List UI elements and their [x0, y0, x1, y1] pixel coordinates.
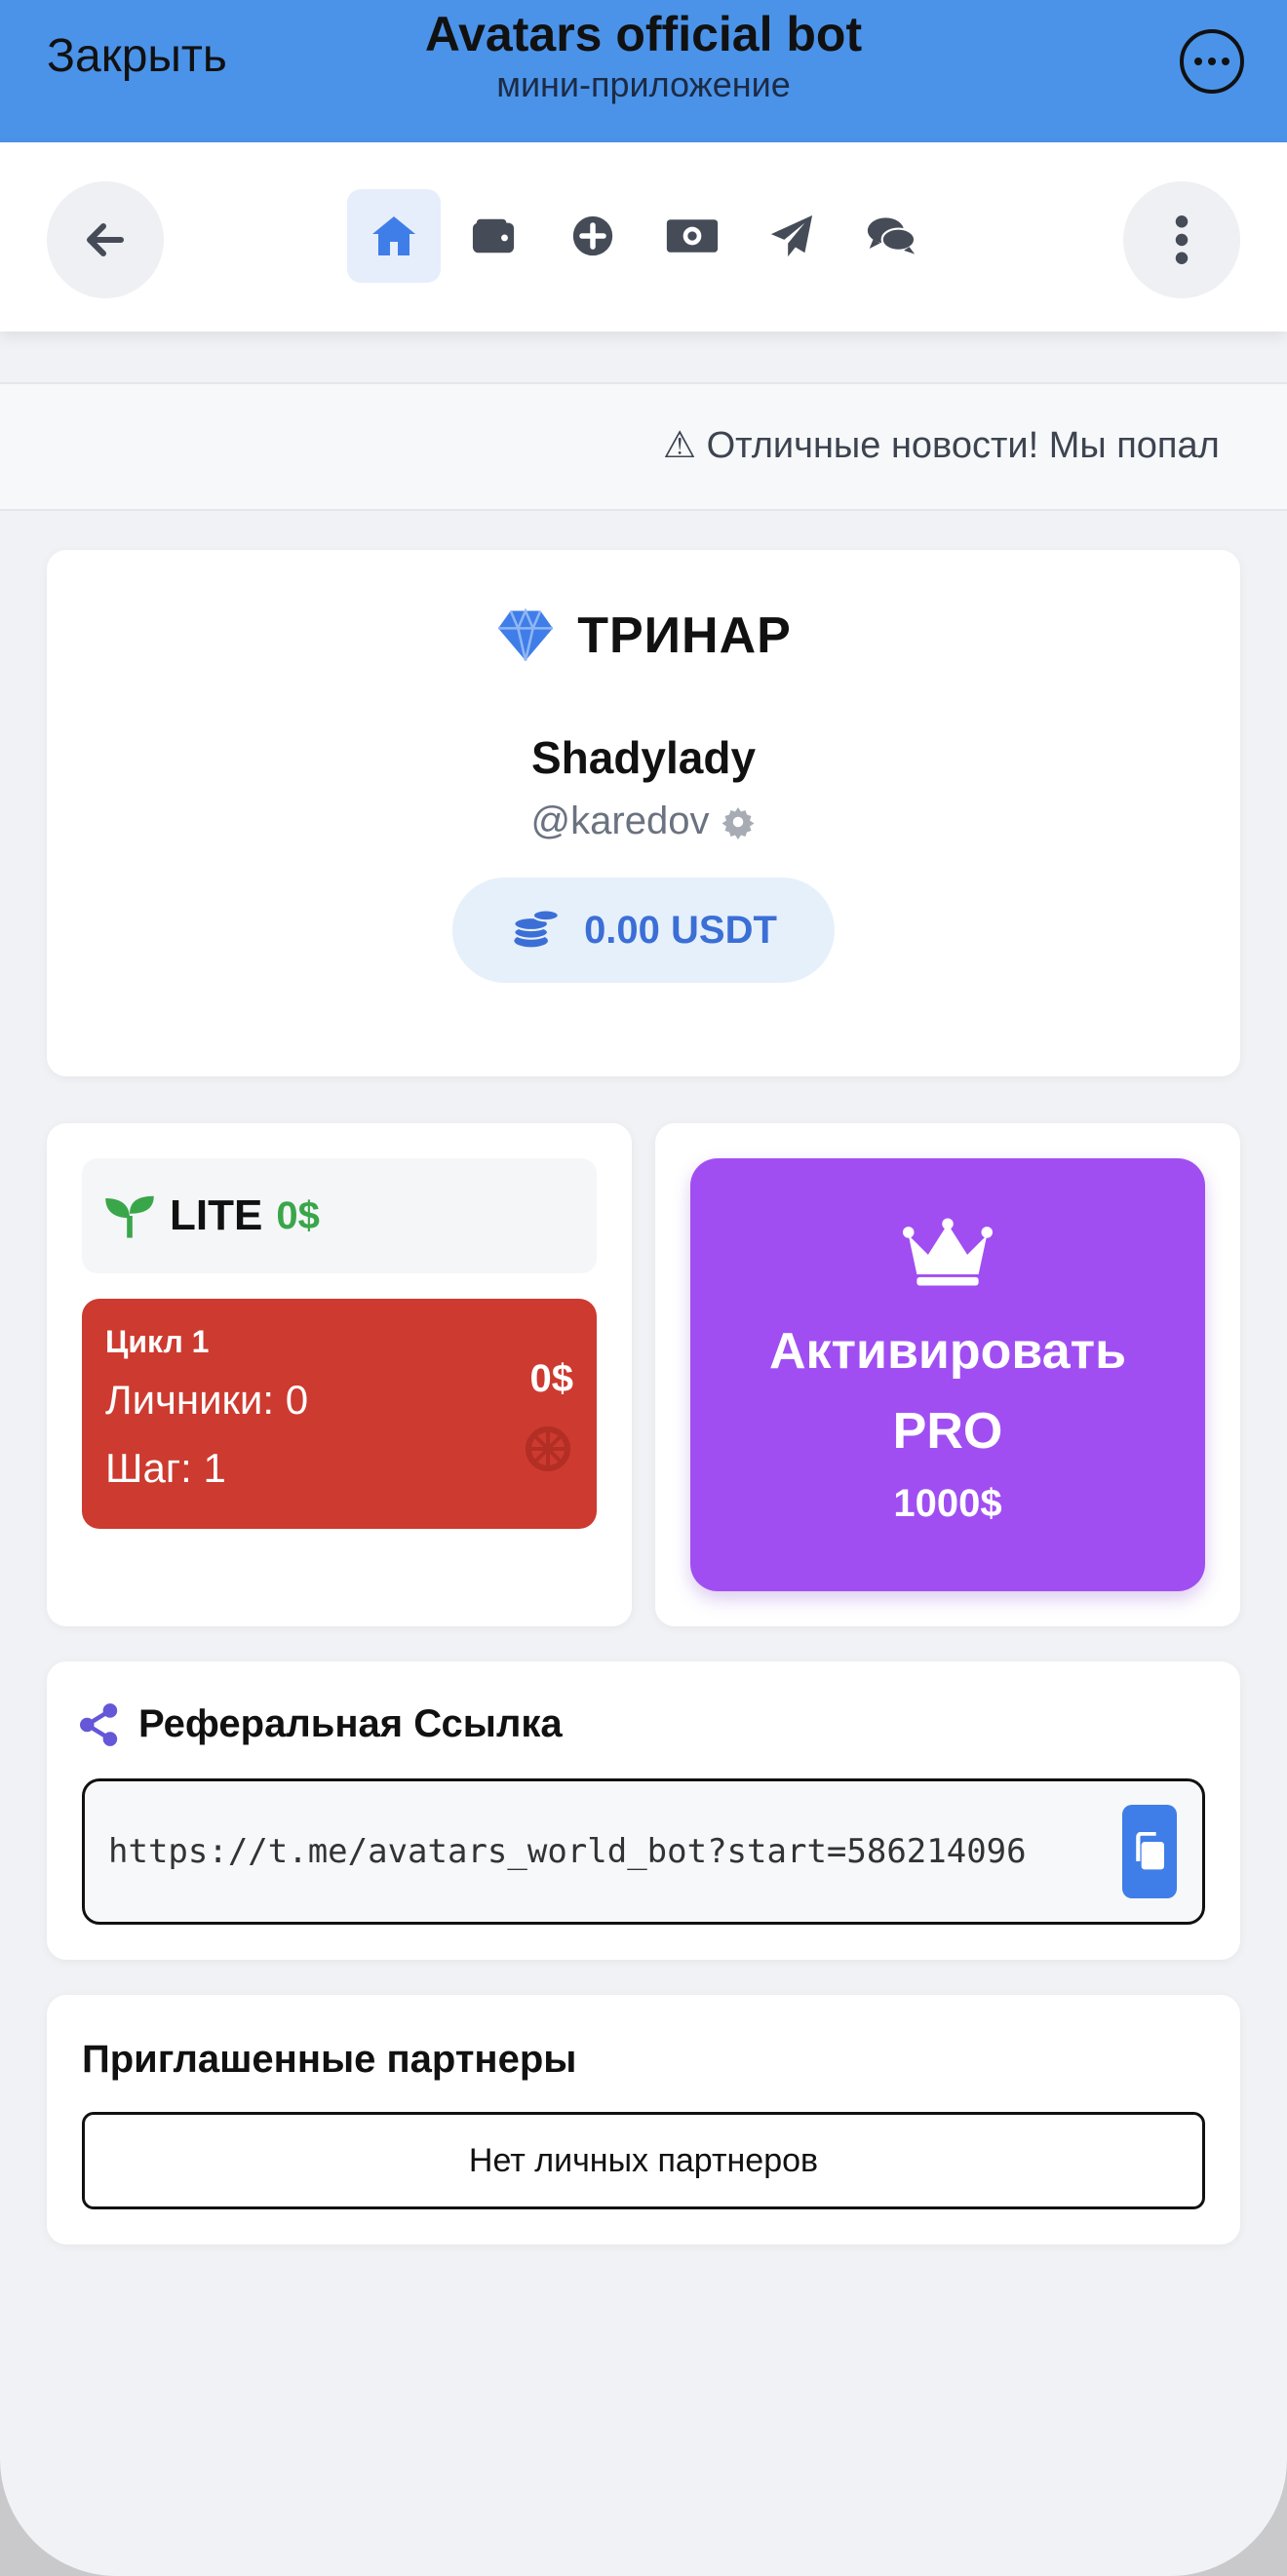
ticker-text: ⚠ Отличные новости! Мы попал	[663, 425, 1220, 466]
balance-pill[interactable]: 0.00 USDT	[452, 878, 835, 983]
nav-send[interactable]	[745, 189, 838, 283]
pro-cta-line1: Активировать	[768, 1323, 1127, 1380]
nav-add[interactable]	[546, 189, 640, 283]
arrow-left-icon	[87, 223, 124, 256]
user-handle-row: @karedov	[47, 800, 1240, 843]
user-name: Shadylady	[530, 732, 757, 783]
cycle-title: Цикл 1	[105, 1324, 210, 1359]
dot-icon	[1222, 58, 1229, 65]
pro-price: 1000$	[893, 1482, 1002, 1525]
pro-card: Активировать PRO 1000$	[655, 1123, 1240, 1626]
back-button[interactable]	[47, 181, 164, 298]
referral-link[interactable]: https://t.me/avatars_world_bot?start=586…	[108, 1832, 1122, 1871]
crown-row	[690, 1217, 1205, 1287]
gear-icon[interactable]	[721, 804, 756, 839]
referral-header: Реферальная Ссылка	[80, 1702, 563, 1746]
home-icon	[372, 216, 415, 255]
referral-card: Реферальная Ссылка https://t.me/avatars_…	[47, 1661, 1240, 1960]
dot-icon	[1208, 58, 1216, 65]
partners-empty-state: Нет личных партнеров	[82, 2112, 1205, 2209]
partners-card: Приглашенные партнеры Нет личных партнер…	[47, 1995, 1240, 2244]
brand-name: ТРИНАР	[577, 607, 792, 664]
app-nav-bar	[0, 142, 1287, 332]
plus-circle-icon	[572, 215, 613, 256]
kebab-menu-icon	[1175, 215, 1189, 264]
plan-price: 0$	[276, 1193, 320, 1237]
network-icon	[526, 1426, 570, 1471]
nav-money[interactable]	[645, 189, 739, 283]
gem-icon	[498, 608, 554, 661]
news-ticker: ⚠ Отличные новости! Мы попал	[0, 382, 1287, 511]
wallet-icon	[472, 218, 515, 254]
personal-count: Личники: 0	[105, 1377, 309, 1423]
nav-chat[interactable]	[844, 189, 938, 283]
crown-icon	[903, 1218, 993, 1286]
share-icon	[80, 1702, 118, 1746]
cycle-status: Цикл 1 Личники: 0 Шаг: 1 0$	[82, 1299, 597, 1529]
plan-card: LITE 0$ Цикл 1 Личники: 0 Шаг: 1 0$	[47, 1123, 632, 1626]
money-bill-icon	[666, 219, 719, 253]
seedling-icon	[105, 1195, 154, 1238]
user-handle: @karedov	[530, 800, 710, 842]
activate-pro-button[interactable]: Активировать PRO 1000$	[690, 1158, 1205, 1591]
bot-title: Avatars official bot	[424, 7, 863, 61]
dot-icon	[1194, 58, 1202, 65]
copy-button[interactable]	[1122, 1805, 1177, 1898]
referral-link-field[interactable]: https://t.me/avatars_world_bot?start=586…	[82, 1778, 1205, 1925]
bot-subtitle: мини-приложение	[496, 64, 791, 104]
brand-row: ТРИНАР	[47, 606, 1240, 665]
nav-home[interactable]	[347, 189, 441, 283]
app-screen: Закрыть Avatars official bot мини-прилож…	[0, 0, 1287, 2576]
nav-wallet[interactable]	[447, 189, 540, 283]
referral-title: Реферальная Ссылка	[138, 1702, 563, 1745]
telegram-header: Закрыть Avatars official bot мини-прилож…	[0, 0, 1287, 142]
cycle-amount: 0$	[529, 1357, 574, 1400]
paper-plane-icon	[770, 215, 813, 257]
comments-icon	[867, 217, 916, 254]
copy-icon	[1136, 1832, 1164, 1870]
balance-value: 0.00 USDT	[584, 908, 777, 952]
pro-cta-line2: PRO	[892, 1403, 1003, 1460]
coins-icon	[513, 909, 560, 948]
lite-plan-badge: LITE 0$	[82, 1158, 597, 1273]
menu-button[interactable]	[1123, 181, 1240, 298]
profile-card: ТРИНАР Shadylady @karedov 0.00 USDT	[47, 550, 1240, 1076]
more-options-button[interactable]	[1180, 29, 1244, 94]
step-count: Шаг: 1	[105, 1445, 226, 1491]
plan-label: LITE	[170, 1191, 263, 1239]
partners-title: Приглашенные партнеры	[82, 2038, 577, 2081]
